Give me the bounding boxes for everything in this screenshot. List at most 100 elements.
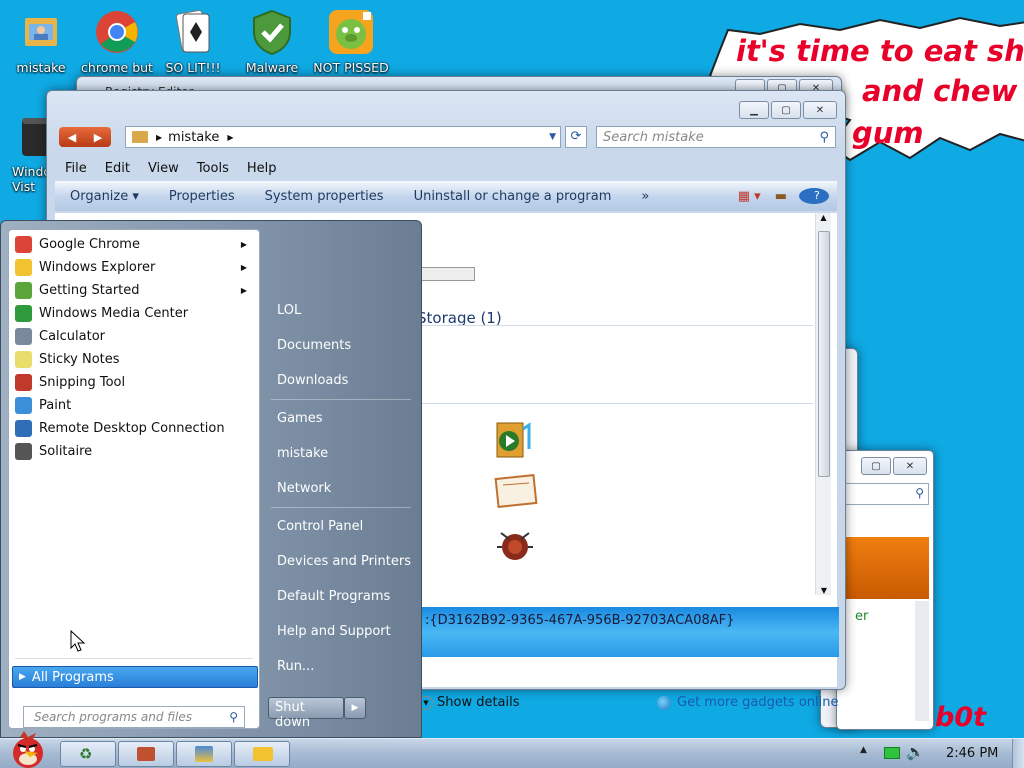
right-item-lol[interactable]: LOL [277,303,301,318]
maximize-button[interactable]: ▢ [771,101,801,119]
refresh-button[interactable]: ⟳ [565,126,587,148]
desktop-icon-solitaire[interactable]: SO LIT!!! [152,8,234,75]
view-options-icon[interactable]: ▦ ▾ [732,189,767,204]
bug-icon [495,525,535,565]
program-item[interactable]: Google Chrome ▶ [13,233,257,255]
program-item[interactable]: Sticky Notes [13,348,257,370]
gadget-window[interactable]: ▢ ✕ ⚲ er [836,450,934,730]
dropdown-icon[interactable]: ▼ [549,132,556,142]
submenu-arrow-icon[interactable]: ▶ [241,286,247,295]
get-gadgets-label: Get more gadgets online [677,695,839,710]
menu-view[interactable]: View [139,161,188,176]
start-button[interactable] [2,729,54,768]
more-commands-button[interactable]: » [626,189,664,204]
show-desktop-button[interactable] [1012,739,1024,768]
right-item-run[interactable]: Run... [277,659,314,674]
back-icon[interactable]: ◀ [68,131,76,144]
all-programs-label: All Programs [31,669,114,685]
program-label: Calculator [39,328,106,344]
uninstall-program-button[interactable]: Uninstall or change a program [399,189,627,204]
scrollbar[interactable]: ▲ ▼ [815,213,831,595]
program-item[interactable]: Snipping Tool [13,371,257,393]
search-programs-input[interactable]: Search programs and files ⚲ [23,706,245,728]
scrollbar-down-arrow[interactable]: ▼ [816,586,832,595]
preview-pane-icon[interactable]: ▬ [767,189,795,204]
angry-bird-icon [13,731,43,768]
paint-icon [15,396,32,414]
help-icon[interactable]: ? [795,188,837,204]
right-item-documents[interactable]: Documents [277,338,351,353]
program-label: Google Chrome [39,236,140,252]
program-item[interactable]: Calculator [13,325,257,347]
scrollbar[interactable] [915,601,929,721]
scrollbar-up-arrow[interactable]: ▲ [816,213,831,222]
right-item-network[interactable]: Network [277,481,331,496]
section-divider [417,403,813,404]
chevron-right-icon: ▶ [19,672,26,682]
section-divider [417,325,813,326]
close-button[interactable]: ✕ [803,101,837,119]
taskbar-button-3[interactable] [176,741,232,767]
close-button[interactable]: ✕ [893,457,927,475]
submenu-arrow-icon[interactable]: ▶ [241,240,247,249]
clock[interactable]: 2:46 PM [946,746,998,761]
desktop-icon-label: SO LIT!!! [165,60,221,75]
show-details-label: Show details [437,695,520,710]
right-item-devices-printers[interactable]: Devices and Printers [277,554,411,569]
chevron-right-icon: ▶ [227,132,234,142]
show-details-button[interactable]: ▼ Show details [419,695,520,710]
desktop-icon-malware[interactable]: Malware [231,8,313,75]
desktop-icon-label: NOT PISSED [313,60,389,75]
volume-icon[interactable]: 🔈 [906,743,925,761]
all-programs-button[interactable]: ▶ All Programs [12,666,258,688]
program-label: Getting Started [39,282,140,298]
show-hidden-icons-button[interactable]: ▲ [860,745,867,755]
taskbar-button-2[interactable] [118,741,174,767]
program-label: Solitaire [39,443,93,459]
taskbar-button-1[interactable]: ♻ [60,741,116,767]
system-properties-button[interactable]: System properties [250,189,399,204]
right-item-help-support[interactable]: Help and Support [277,624,391,639]
program-item[interactable]: Solitaire [13,440,257,462]
right-item-downloads[interactable]: Downloads [277,373,348,388]
program-item[interactable]: Getting Started ▶ [13,279,257,301]
right-item-control-panel[interactable]: Control Panel [277,519,363,534]
chevron-right-icon: ▶ [156,132,163,142]
desktop-icon-not-pissed[interactable]: NOT PISSED [310,8,392,75]
desktop-icon-chrome[interactable]: chrome but [76,8,158,75]
program-label: Remote Desktop Connection [39,420,225,436]
minimize-button[interactable]: ▁ [739,101,769,119]
submenu-arrow-icon[interactable]: ▶ [241,263,247,272]
menu-edit[interactable]: Edit [96,161,139,176]
capacity-bar [415,267,475,281]
search-input[interactable]: Search mistake ⚲ [596,126,836,148]
program-item[interactable]: Windows Explorer ▶ [13,256,257,278]
organize-button[interactable]: Organize ▾ [55,189,154,204]
shutdown-button[interactable]: Shut down [268,697,344,730]
battery-icon[interactable] [884,747,900,759]
orange-panel [841,537,929,599]
right-item-default-programs[interactable]: Default Programs [277,589,390,604]
program-item[interactable]: Remote Desktop Connection [13,417,257,439]
program-item[interactable]: Paint [13,394,257,416]
menu-help[interactable]: Help [238,161,286,176]
properties-button[interactable]: Properties [154,189,250,204]
get-gadgets-link[interactable]: Get more gadgets online [657,695,838,710]
address-bar[interactable]: ▶ mistake ▶ ▼ [125,126,561,148]
shutdown-options-button[interactable]: ▶ [344,697,366,719]
right-item-games[interactable]: Games [277,411,322,426]
desktop-icon-label: Malware [245,60,299,75]
desktop-icon-mistake[interactable]: mistake [0,8,82,75]
forward-icon[interactable]: ▶ [94,131,102,144]
scrollbar-thumb[interactable] [818,231,830,477]
maximize-button[interactable]: ▢ [861,457,891,475]
menu-file[interactable]: File [56,161,96,176]
menu-tools[interactable]: Tools [188,161,238,176]
program-label: Windows Media Center [39,305,189,321]
program-item[interactable]: Windows Media Center [13,302,257,324]
back-forward-buttons[interactable]: ◀ ▶ [59,127,111,147]
right-item-mistake[interactable]: mistake [277,446,328,461]
search-field[interactable]: ⚲ [841,483,929,505]
taskbar-button-4[interactable] [234,741,290,767]
folder-icon [253,747,273,761]
